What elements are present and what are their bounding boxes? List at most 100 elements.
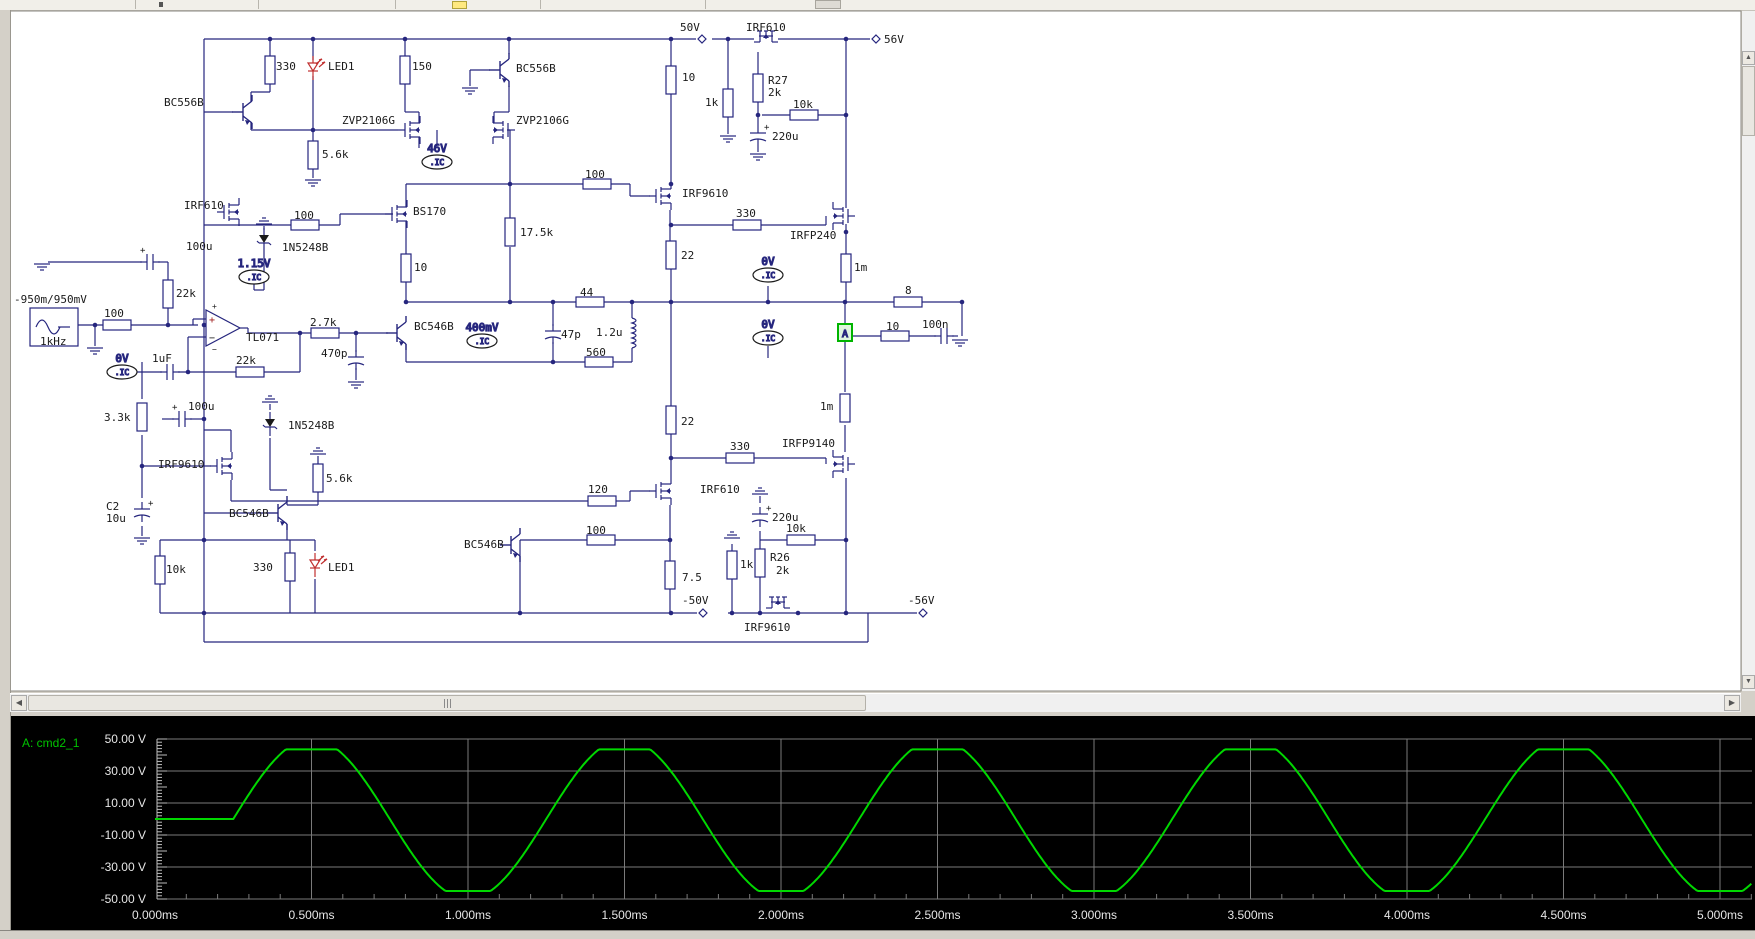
scroll-down-arrow[interactable]: ▼	[1742, 675, 1755, 689]
component-label: 330	[730, 440, 750, 453]
component-label: -950m/950mV	[14, 293, 87, 306]
component-label: 1m	[854, 261, 868, 274]
component-label: +	[212, 302, 217, 311]
component-label: 100u	[186, 240, 213, 253]
component-label: 10	[682, 71, 695, 84]
x-axis-label: 5.000ms	[1697, 908, 1743, 922]
component-label: 1k	[705, 96, 719, 109]
component-label: 10k	[793, 98, 813, 111]
component-label: 56V	[884, 33, 904, 46]
hscroll-thumb[interactable]	[28, 695, 866, 711]
component-label: ZVP2106G	[516, 114, 569, 127]
component-label: 22k	[236, 354, 256, 367]
component-label: -50V	[682, 594, 709, 607]
component-label: 1.15V	[237, 257, 270, 270]
component-label: −	[212, 345, 217, 354]
component-label: −	[209, 333, 215, 344]
component-label: 50V	[680, 21, 700, 34]
component-label: LED1	[328, 561, 355, 574]
component-label: 1kHz	[40, 335, 67, 348]
x-axis-label: 0.000ms	[132, 908, 178, 922]
component-label: .IC	[761, 271, 776, 280]
left-panel-edge	[0, 10, 11, 930]
component-label: 120	[588, 483, 608, 496]
component-label: 330	[276, 60, 296, 73]
scroll-left-arrow[interactable]: ◀	[11, 695, 27, 711]
component-label: 5.6k	[326, 472, 353, 485]
component-label: A	[842, 329, 848, 340]
simulator-window: { "toolbar": {"note": ""}, "schematic": …	[0, 0, 1755, 939]
component-label: 17.5k	[520, 226, 553, 239]
component-label: BC546B	[414, 320, 454, 333]
component-label: IRFP240	[790, 229, 836, 242]
x-axis-label: 4.500ms	[1540, 908, 1586, 922]
y-axis-label: 50.00 V	[105, 732, 146, 746]
hscroll-grip	[444, 699, 453, 708]
component-label: 22	[681, 249, 694, 262]
vscroll-thumb[interactable]	[1742, 66, 1755, 136]
component-label: 330	[736, 207, 756, 220]
component-label: 2k	[776, 564, 790, 577]
component-label: BC556B	[164, 96, 204, 109]
component-label: IRF9610	[158, 458, 204, 471]
component-label: 560	[586, 346, 606, 359]
x-axis-label: 3.000ms	[1071, 908, 1117, 922]
component-label: ZVP2106G	[342, 114, 395, 127]
waveform-background[interactable]	[10, 716, 1755, 930]
component-label: 44	[580, 286, 594, 299]
component-label: 10k	[166, 563, 186, 576]
component-label: 1N5248B	[282, 241, 329, 254]
component-label: 46V	[427, 142, 447, 155]
y-axis-label: -50.00 V	[101, 892, 146, 906]
probe-marker-A[interactable]: A	[837, 323, 853, 342]
component-label: 0V	[761, 318, 775, 331]
component-label: 100	[586, 524, 606, 537]
component-label: 1m	[820, 400, 834, 413]
component-label: 10	[414, 261, 427, 274]
x-axis-label: 2.500ms	[914, 908, 960, 922]
component-label: 1k	[740, 558, 754, 571]
schematic-canvas[interactable]: A .IC 46V .IC 1.15V .IC 400mV .IC 0V .IC 0V .IC 0V + +…	[0, 0, 1755, 939]
component-label: 1N5248B	[288, 419, 335, 432]
component-label: 1uF	[152, 352, 172, 365]
component-label: +	[140, 246, 146, 256]
component-label: 10u	[106, 512, 126, 525]
x-axis-label: 3.500ms	[1227, 908, 1273, 922]
scroll-up-arrow[interactable]: ▲	[1742, 51, 1755, 65]
x-axis-label: 1.000ms	[445, 908, 491, 922]
schematic-sheet[interactable]	[9, 10, 1742, 692]
component-label: +	[764, 123, 770, 133]
component-label: BS170	[413, 205, 446, 218]
y-axis-label: 10.00 V	[105, 796, 146, 810]
component-label: IRFP9140	[782, 437, 835, 450]
component-label: 10	[886, 320, 899, 333]
schematic-hscrollbar[interactable]: ◀ ▶	[10, 693, 1741, 712]
component-label: .IC	[430, 158, 445, 167]
component-label: +	[148, 499, 154, 509]
component-label: 0V	[761, 255, 775, 268]
schematic-vscrollbar[interactable]: ▲ ▼	[1742, 11, 1755, 691]
component-label: 3.3k	[104, 411, 131, 424]
component-label: 330	[253, 561, 273, 574]
component-label: 2.7k	[310, 316, 337, 329]
component-label: IRF9610	[744, 621, 790, 634]
x-axis-label: 1.500ms	[601, 908, 647, 922]
component-label: 150	[412, 60, 432, 73]
component-label: BC546B	[229, 507, 269, 520]
component-label: .IC	[115, 368, 130, 377]
component-label: +	[209, 315, 215, 326]
component-label: 100u	[188, 400, 215, 413]
scroll-right-arrow[interactable]: ▶	[1724, 695, 1740, 711]
component-label: 470p	[321, 347, 348, 360]
component-label: 1.2u	[596, 326, 623, 339]
component-label: R26	[770, 551, 790, 564]
component-label: .IC	[761, 334, 776, 343]
component-label: 8	[905, 284, 912, 297]
x-axis-label: 0.500ms	[288, 908, 334, 922]
component-label: IRF610	[184, 199, 224, 212]
component-label: .IC	[475, 337, 490, 346]
component-label: 100	[294, 209, 314, 222]
component-label: 2k	[768, 86, 782, 99]
component-label: 0V	[115, 352, 129, 365]
component-label: BC546B	[464, 538, 504, 551]
